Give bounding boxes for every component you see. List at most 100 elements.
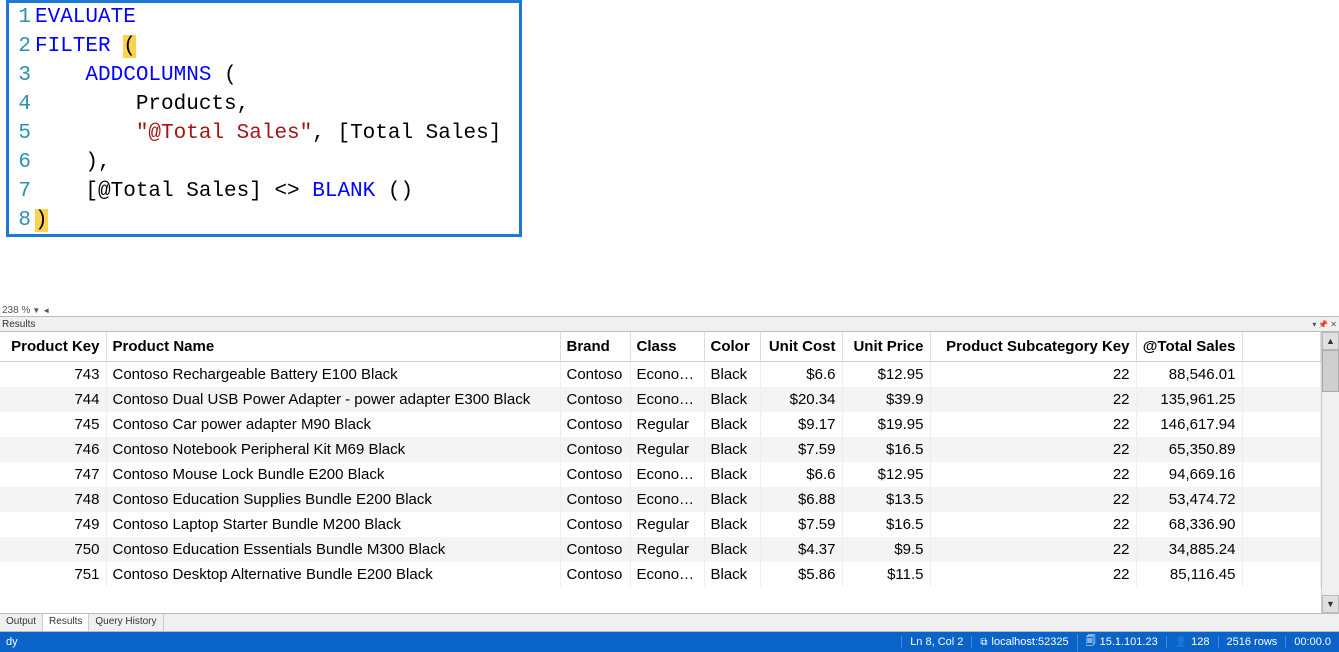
table-cell[interactable]: $19.95	[842, 412, 930, 437]
table-cell[interactable]: $12.95	[842, 462, 930, 487]
zoom-control[interactable]: 238 % ▼ ◄	[2, 305, 50, 316]
table-cell[interactable]: Economy	[630, 387, 704, 412]
code-line[interactable]: Products,	[35, 90, 519, 119]
table-cell[interactable]: Regular	[630, 437, 704, 462]
table-cell[interactable]: Black	[704, 512, 760, 537]
table-cell[interactable]: 88,546.01	[1136, 362, 1242, 388]
table-cell[interactable]: $9.5	[842, 537, 930, 562]
table-cell[interactable]: $20.34	[760, 387, 842, 412]
table-row[interactable]: 743Contoso Rechargeable Battery E100 Bla…	[0, 362, 1321, 388]
table-cell[interactable]: Contoso	[560, 537, 630, 562]
table-cell[interactable]: 94,669.16	[1136, 462, 1242, 487]
table-cell[interactable]: $5.86	[760, 562, 842, 587]
table-cell[interactable]: 743	[0, 362, 106, 388]
table-cell[interactable]: $6.88	[760, 487, 842, 512]
code-line[interactable]: ADDCOLUMNS (	[35, 61, 519, 90]
scroll-thumb[interactable]	[1322, 350, 1339, 392]
table-row[interactable]: 749Contoso Laptop Starter Bundle M200 Bl…	[0, 512, 1321, 537]
scroll-track[interactable]	[1322, 350, 1339, 595]
table-cell[interactable]: Black	[704, 487, 760, 512]
column-header[interactable]: Color	[704, 332, 760, 362]
table-cell[interactable]: 68,336.90	[1136, 512, 1242, 537]
table-cell[interactable]: $16.5	[842, 512, 930, 537]
table-cell[interactable]: 22	[930, 562, 1136, 587]
table-cell[interactable]: $4.37	[760, 537, 842, 562]
panel-pin-icon[interactable]: 📌	[1318, 320, 1328, 329]
table-cell[interactable]: 34,885.24	[1136, 537, 1242, 562]
table-cell[interactable]: Contoso Desktop Alternative Bundle E200 …	[106, 562, 560, 587]
table-cell[interactable]: 85,116.45	[1136, 562, 1242, 587]
column-header[interactable]: Product Name	[106, 332, 560, 362]
code-line[interactable]: EVALUATE	[35, 3, 519, 32]
table-cell[interactable]: Regular	[630, 512, 704, 537]
table-cell[interactable]: $13.5	[842, 487, 930, 512]
column-header[interactable]: Class	[630, 332, 704, 362]
table-cell[interactable]: Contoso	[560, 437, 630, 462]
scroll-down-button[interactable]: ▼	[1322, 595, 1339, 613]
table-cell[interactable]: $9.17	[760, 412, 842, 437]
table-cell[interactable]: Regular	[630, 537, 704, 562]
table-cell[interactable]: Contoso Rechargeable Battery E100 Black	[106, 362, 560, 388]
table-row[interactable]: 745Contoso Car power adapter M90 BlackCo…	[0, 412, 1321, 437]
table-cell[interactable]: $12.95	[842, 362, 930, 388]
table-cell[interactable]: Black	[704, 362, 760, 388]
table-cell[interactable]: Black	[704, 387, 760, 412]
code-line[interactable]: "@Total Sales", [Total Sales]	[35, 119, 519, 148]
table-cell[interactable]: 22	[930, 362, 1136, 388]
table-cell[interactable]: 22	[930, 437, 1136, 462]
vertical-scrollbar[interactable]: ▲ ▼	[1321, 332, 1339, 613]
column-header[interactable]: Unit Price	[842, 332, 930, 362]
column-header[interactable]: Product Subcategory Key	[930, 332, 1136, 362]
code-line[interactable]: ),	[35, 148, 519, 177]
table-cell[interactable]: 22	[930, 512, 1136, 537]
column-header[interactable]: Brand	[560, 332, 630, 362]
column-header[interactable]: Unit Cost	[760, 332, 842, 362]
code-line[interactable]: )	[35, 206, 519, 235]
column-header[interactable]: Product Key	[0, 332, 106, 362]
tab-results[interactable]: Results	[43, 614, 89, 631]
table-cell[interactable]: Economy	[630, 487, 704, 512]
zoom-slider-icon[interactable]: ◄	[42, 306, 50, 315]
table-cell[interactable]: 745	[0, 412, 106, 437]
table-cell[interactable]: Economy	[630, 462, 704, 487]
code-line[interactable]: [@Total Sales] <> BLANK ()	[35, 177, 519, 206]
table-cell[interactable]: Contoso Mouse Lock Bundle E200 Black	[106, 462, 560, 487]
table-cell[interactable]: 748	[0, 487, 106, 512]
panel-dropdown-icon[interactable]: ▾	[1312, 320, 1316, 329]
table-cell[interactable]: 22	[930, 537, 1136, 562]
table-cell[interactable]: 749	[0, 512, 106, 537]
zoom-dropdown-icon[interactable]: ▼	[32, 306, 40, 315]
table-cell[interactable]: 747	[0, 462, 106, 487]
table-cell[interactable]: 65,350.89	[1136, 437, 1242, 462]
table-cell[interactable]: Contoso	[560, 512, 630, 537]
scroll-up-button[interactable]: ▲	[1322, 332, 1339, 350]
table-cell[interactable]: Contoso	[560, 562, 630, 587]
table-cell[interactable]: $11.5	[842, 562, 930, 587]
table-cell[interactable]: $7.59	[760, 437, 842, 462]
code-line[interactable]: FILTER (	[35, 32, 519, 61]
table-cell[interactable]: 751	[0, 562, 106, 587]
table-cell[interactable]: $39.9	[842, 387, 930, 412]
code-content[interactable]: EVALUATEFILTER ( ADDCOLUMNS ( Products, …	[35, 3, 519, 234]
table-cell[interactable]: Contoso Education Essentials Bundle M300…	[106, 537, 560, 562]
table-cell[interactable]: Black	[704, 462, 760, 487]
table-cell[interactable]: 53,474.72	[1136, 487, 1242, 512]
results-grid[interactable]: Product KeyProduct NameBrandClassColorUn…	[0, 332, 1321, 613]
table-cell[interactable]: $6.6	[760, 462, 842, 487]
table-cell[interactable]: Economy	[630, 562, 704, 587]
table-cell[interactable]: $6.6	[760, 362, 842, 388]
code-editor[interactable]: 12345678 EVALUATEFILTER ( ADDCOLUMNS ( P…	[0, 0, 1339, 316]
table-cell[interactable]: 22	[930, 387, 1136, 412]
table-cell[interactable]: 746	[0, 437, 106, 462]
table-cell[interactable]: Contoso	[560, 487, 630, 512]
table-cell[interactable]: Contoso	[560, 462, 630, 487]
table-cell[interactable]: Contoso Education Supplies Bundle E200 B…	[106, 487, 560, 512]
table-cell[interactable]: $16.5	[842, 437, 930, 462]
table-cell[interactable]: $7.59	[760, 512, 842, 537]
column-header[interactable]: @Total Sales	[1136, 332, 1242, 362]
table-cell[interactable]: 22	[930, 462, 1136, 487]
table-cell[interactable]: Contoso	[560, 362, 630, 388]
table-row[interactable]: 748Contoso Education Supplies Bundle E20…	[0, 487, 1321, 512]
table-cell[interactable]: 22	[930, 487, 1136, 512]
table-row[interactable]: 747Contoso Mouse Lock Bundle E200 BlackC…	[0, 462, 1321, 487]
